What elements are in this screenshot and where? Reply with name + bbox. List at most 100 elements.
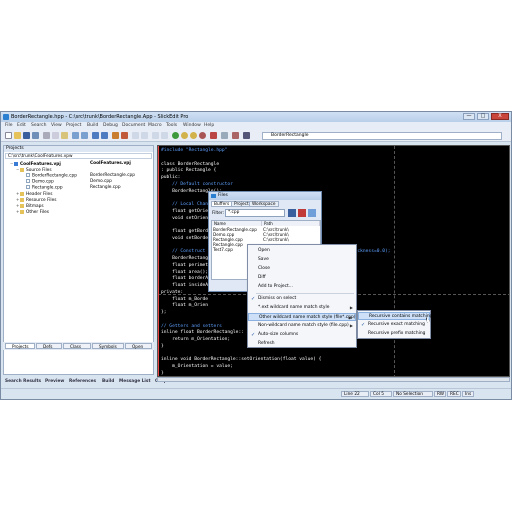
undo-icon[interactable] xyxy=(72,132,79,139)
menu-item-label: Close xyxy=(258,266,270,271)
code-line: }; xyxy=(161,310,167,315)
tab-class[interactable]: Class xyxy=(63,343,91,349)
copy-icon[interactable] xyxy=(52,132,59,139)
filter-input[interactable]: *.cpp xyxy=(225,209,285,217)
context-menu-item[interactable]: ✓ Dismiss on select xyxy=(248,295,356,303)
code-line: BorderRectang xyxy=(161,256,209,261)
paste-icon[interactable] xyxy=(61,132,68,139)
tab-preview[interactable]: Preview xyxy=(45,379,64,384)
submenu-item[interactable]: ✓ Recursive exact matching xyxy=(358,321,430,329)
run-icon[interactable] xyxy=(172,132,179,139)
filter-label: Filter: xyxy=(212,211,225,216)
menu-item-label: Other wildcard name match style (file*.c… xyxy=(259,315,356,320)
submenu-item[interactable]: Recursive contains matching xyxy=(358,312,432,320)
status-ins[interactable]: Ins xyxy=(462,391,474,397)
menu-search[interactable]: Search xyxy=(31,123,46,128)
menu-tools[interactable]: Tools xyxy=(166,123,177,128)
context-menu-item[interactable]: *.ext wildcard name match style ▶ xyxy=(248,304,356,312)
menu-bar: File Edit Search View Project Build Debu… xyxy=(1,122,511,130)
context-menu-item[interactable]: Non-wildcard name match style (file.cpp)… xyxy=(248,322,356,330)
projects-panel-tabs: Projects Defs Class Symbols Open xyxy=(3,342,154,350)
menu-build[interactable]: Build xyxy=(87,123,98,128)
code-line: float area(); xyxy=(161,269,209,275)
menu-help[interactable]: Help xyxy=(204,123,214,128)
new-file-icon[interactable] xyxy=(5,132,12,139)
breakpoint-icon[interactable] xyxy=(210,132,217,139)
bookmark-icon[interactable] xyxy=(152,132,159,139)
minimize-button[interactable]: — xyxy=(463,113,475,120)
options-icon[interactable] xyxy=(221,132,228,139)
help-icon[interactable] xyxy=(243,132,250,139)
step-icon[interactable] xyxy=(181,132,188,139)
compile-icon[interactable] xyxy=(112,132,119,139)
menu-window[interactable]: Window xyxy=(183,123,201,128)
menu-debug[interactable]: Debug xyxy=(103,123,118,128)
close-buffer-icon[interactable] xyxy=(298,209,306,217)
submenu-item[interactable]: Recursive prefix matching xyxy=(358,330,430,338)
tag-icon[interactable] xyxy=(132,132,139,139)
tree-col2: CoolFeatures.vpj xyxy=(90,161,131,166)
find-icon[interactable] xyxy=(92,132,99,139)
options-icon[interactable] xyxy=(308,209,316,217)
checkmark-icon: ✓ xyxy=(251,332,256,338)
build-icon[interactable] xyxy=(121,132,128,139)
open-folder-icon[interactable] xyxy=(14,132,21,139)
code-line: private: xyxy=(161,289,184,295)
step-over-icon[interactable] xyxy=(190,132,197,139)
context-menu-item[interactable]: Close xyxy=(248,265,356,273)
code-line: float borderA xyxy=(161,276,209,282)
replace-icon[interactable] xyxy=(101,132,108,139)
stop-icon[interactable] xyxy=(199,132,206,139)
tab-projects[interactable]: Projects xyxy=(5,343,35,349)
tab-open[interactable]: Open xyxy=(125,343,152,349)
save-icon[interactable] xyxy=(23,132,30,139)
column-name[interactable]: Name xyxy=(212,221,262,226)
menu-view[interactable]: View xyxy=(51,123,62,128)
files-title-bar: Files xyxy=(209,192,321,200)
workspace-combo[interactable]: C:\src\trunk\CoolFeatures.vpw xyxy=(5,153,152,159)
context-menu-item[interactable]: Save xyxy=(248,256,356,264)
context-menu-item[interactable]: ✓ Auto-size columns xyxy=(248,331,356,339)
menu-edit[interactable]: Edit xyxy=(17,123,26,128)
tab-references[interactable]: References xyxy=(69,379,96,384)
context-menu-item[interactable]: Refresh xyxy=(248,340,356,348)
code-line: float getOrie xyxy=(161,208,209,214)
context-menu-item[interactable]: Open xyxy=(248,247,356,255)
tab-defs[interactable]: Defs xyxy=(36,343,62,349)
code-line: void setBorde xyxy=(161,235,209,241)
context-menu-item[interactable]: Diff xyxy=(248,274,356,282)
status-rec[interactable]: REC xyxy=(447,391,461,397)
code-line: float m_Borde xyxy=(161,296,209,302)
cut-icon[interactable] xyxy=(43,132,50,139)
tab-symbols[interactable]: Symbols xyxy=(92,343,124,349)
beautify-icon[interactable] xyxy=(161,132,168,139)
project-icon xyxy=(14,161,18,166)
horizontal-scrollbar[interactable] xyxy=(157,377,510,382)
tab-build[interactable]: Build xyxy=(102,379,114,384)
maximize-button[interactable]: □ xyxy=(477,113,489,120)
save-all-icon[interactable] xyxy=(32,132,39,139)
close-button[interactable]: X xyxy=(491,113,509,120)
reference-icon[interactable] xyxy=(141,132,148,139)
status-rw[interactable]: RW xyxy=(434,391,446,397)
tab-buffers[interactable]: Buffers xyxy=(211,201,233,207)
redo-icon[interactable] xyxy=(81,132,88,139)
cpp-file-icon xyxy=(26,173,30,177)
current-context-combo[interactable]: BorderRectangle xyxy=(262,132,502,140)
menu-macro[interactable]: Macro xyxy=(148,123,162,128)
tab-message-list[interactable]: Message List xyxy=(119,379,151,384)
tab-search-results[interactable]: Search Results xyxy=(5,379,41,384)
tab-workspace-files[interactable]: Workspace xyxy=(249,201,279,207)
context-menu-item[interactable]: Other wildcard name match style (file*.c… xyxy=(248,313,356,321)
column-path[interactable]: Path xyxy=(262,221,320,226)
tree-item-other-files[interactable]: + Other Files xyxy=(16,209,49,215)
projects-panel: Projects C:\src\trunk\CoolFeatures.vpw −… xyxy=(3,145,154,375)
menu-document[interactable]: Document xyxy=(122,123,145,128)
menu-file[interactable]: File xyxy=(5,123,13,128)
save-icon[interactable] xyxy=(288,209,296,217)
cpp-file-icon xyxy=(26,185,30,189)
menu-project[interactable]: Project xyxy=(66,123,81,128)
tools-icon[interactable] xyxy=(232,132,239,139)
menu-item-label: Open xyxy=(258,248,270,253)
context-menu-item[interactable]: Add to Project... xyxy=(248,283,356,291)
